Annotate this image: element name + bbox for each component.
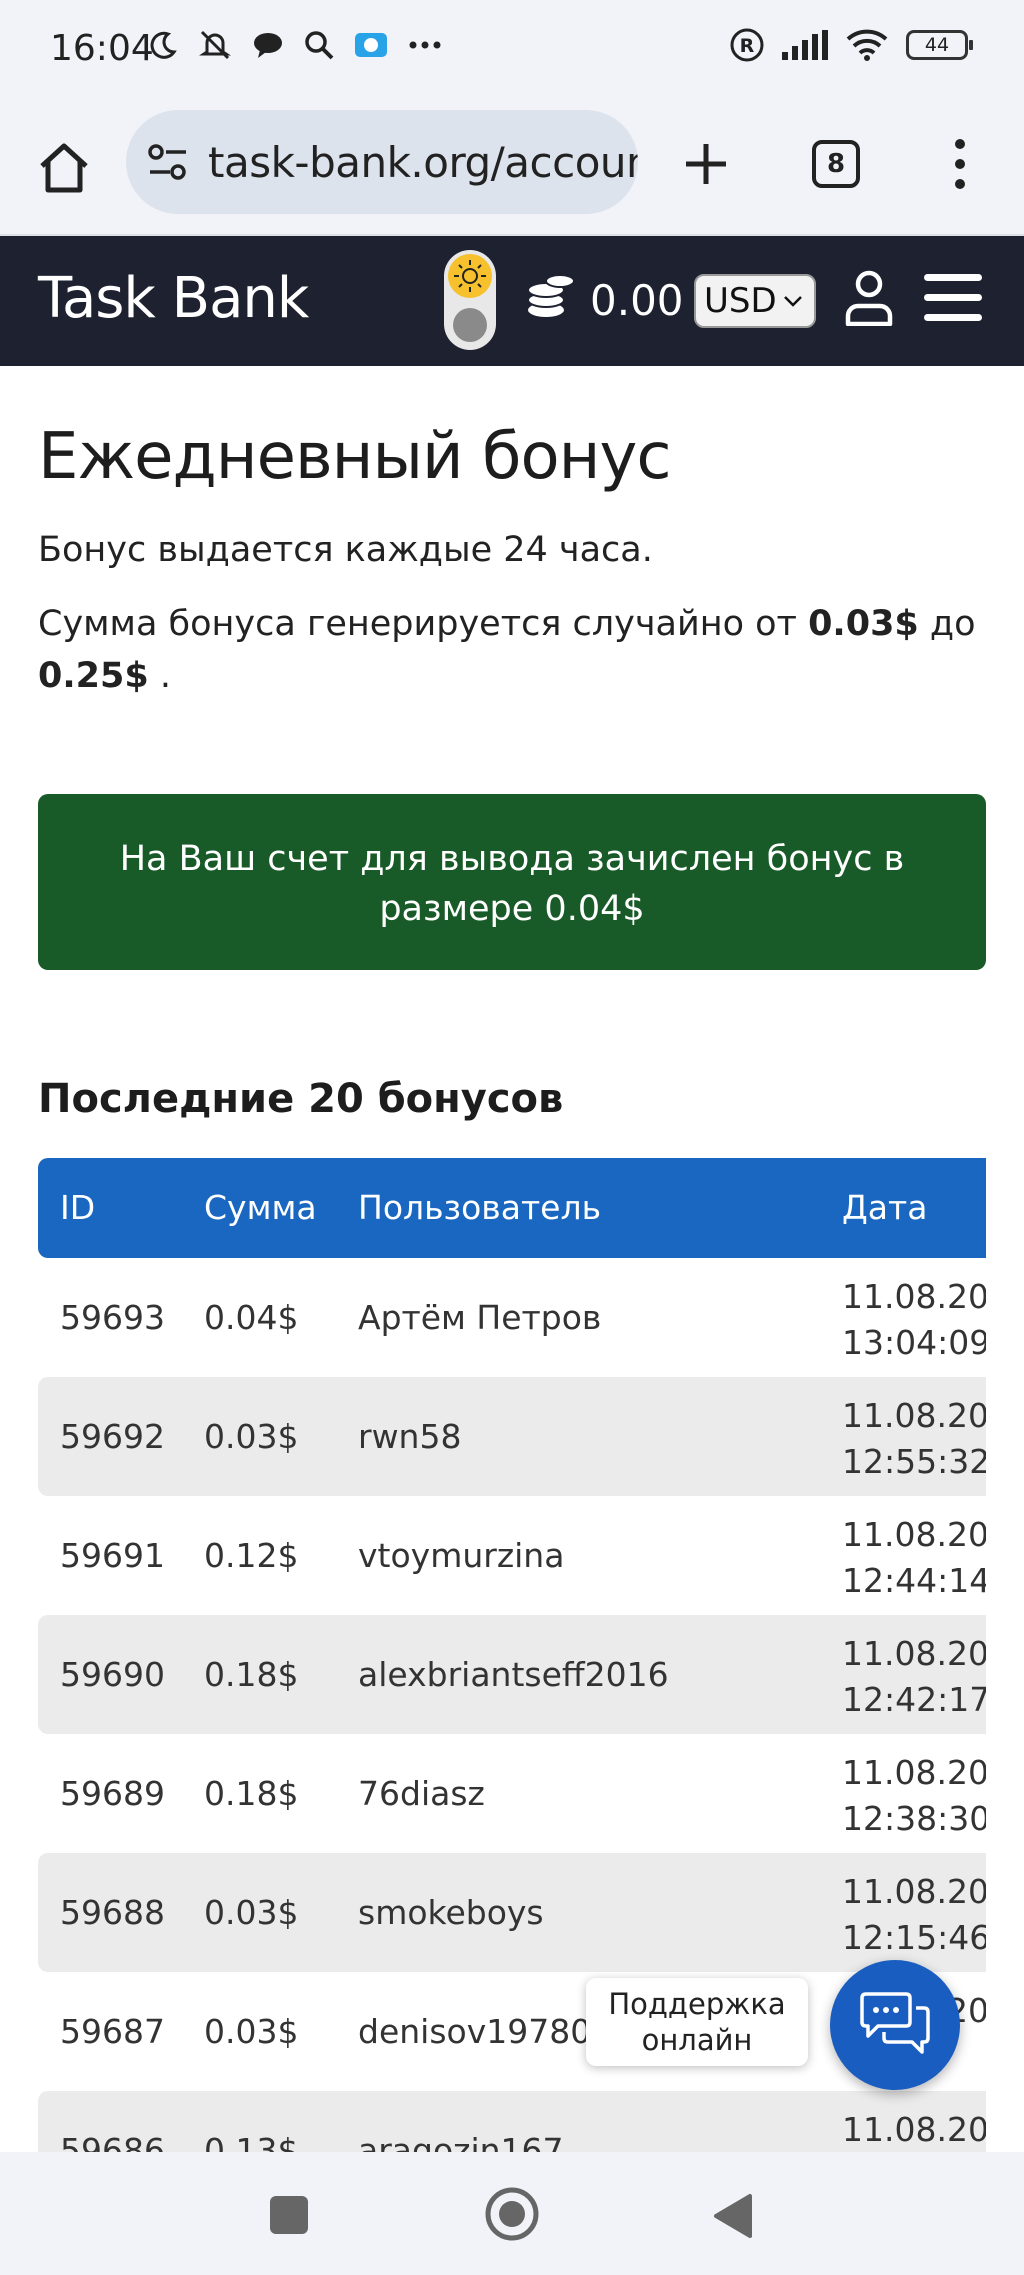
- table-row: 59691 0.12$ vtoymurzina 11.08.2024 12:44…: [38, 1496, 986, 1615]
- site-settings-icon[interactable]: [146, 140, 190, 184]
- site-header: Task Bank 0.00 USD: [0, 236, 1024, 366]
- table-row: 59693 0.04$ Артём Петров 11.08.2024 13:0…: [38, 1258, 986, 1377]
- brand-logo[interactable]: Task Bank: [38, 266, 309, 331]
- cell-date: 11.08.2024 12:44:14: [842, 1515, 986, 1600]
- section-title: Последние 20 бонусов: [38, 1076, 564, 1122]
- cell-id: 59686: [60, 2131, 165, 2152]
- cell-date: 11.08.2024 12:38:30: [842, 1753, 986, 1838]
- bonus-min: 0.03$: [808, 604, 919, 644]
- new-tab-icon[interactable]: [676, 134, 736, 194]
- cell-id: 59687: [60, 2012, 165, 2051]
- table-row: 59692 0.03$ rwn58 11.08.2024 12:55:32: [38, 1377, 986, 1496]
- theme-toggle[interactable]: [444, 250, 496, 350]
- bonus-range-text: Сумма бонуса генерируется случайно от 0.…: [38, 604, 976, 696]
- home-icon[interactable]: [34, 138, 94, 198]
- table-row: 59689 0.18$ 76diasz 11.08.2024 12:38:30: [38, 1734, 986, 1853]
- chevron-down-icon: [784, 296, 802, 307]
- cell-user: aragozin167: [358, 2131, 564, 2152]
- cell-user: alexbriantseff2016: [358, 1655, 669, 1694]
- cell-date: 11.08.2024 12:42:17: [842, 1634, 986, 1719]
- cell-amount: 0.03$: [204, 2012, 299, 2051]
- cell-amount: 0.18$: [204, 1774, 299, 1813]
- hamburger-menu-icon[interactable]: [924, 270, 982, 326]
- more-icon: [409, 41, 441, 49]
- cell-date: 11.08.2024 12:15:46: [842, 1872, 986, 1957]
- nav-back-icon[interactable]: [712, 2192, 754, 2240]
- svg-text:R: R: [740, 35, 755, 57]
- chat-icon: [860, 1992, 930, 2054]
- wifi-icon: [846, 29, 888, 61]
- status-bar: 16:04 R 44: [0, 0, 1024, 100]
- bonus-max: 0.25$: [38, 656, 149, 696]
- cell-date: 11.08.2024: [842, 2110, 986, 2149]
- support-chat-button[interactable]: [830, 1960, 960, 2090]
- system-nav-bar: [0, 2152, 1024, 2275]
- bell-off-icon: [199, 30, 231, 60]
- cell-id: 59691: [60, 1536, 165, 1575]
- nav-home-icon[interactable]: [484, 2186, 540, 2242]
- status-time: 16:04: [50, 28, 154, 69]
- column-header-amount: Сумма: [204, 1188, 317, 1227]
- app-icon: [355, 33, 387, 57]
- column-header-date: Дата: [842, 1188, 928, 1227]
- cell-id: 59690: [60, 1655, 165, 1694]
- battery-icon: 44: [906, 30, 973, 60]
- column-header-id: ID: [60, 1188, 96, 1227]
- cell-date: 11.08.2024 12:55:32: [842, 1396, 986, 1481]
- browser-toolbar: task-bank.org/account 8: [0, 100, 1024, 236]
- cell-user: Артём Петров: [358, 1298, 602, 1337]
- support-chat-label[interactable]: Поддержка онлайн: [586, 1978, 808, 2066]
- balance-amount: 0.00: [590, 276, 684, 325]
- table-header: ID Сумма Пользователь Дата: [38, 1158, 986, 1258]
- table-row: 59690 0.18$ alexbriantseff2016 11.08.202…: [38, 1615, 986, 1734]
- sun-icon: [448, 254, 492, 298]
- chat-bubble-icon: [254, 33, 282, 58]
- toggle-knob: [453, 308, 487, 342]
- registered-icon: R: [730, 28, 764, 62]
- browser-menu-icon[interactable]: [940, 134, 980, 194]
- coins-icon: [527, 274, 575, 317]
- cell-amount: 0.04$: [204, 1298, 299, 1337]
- table-row: 59688 0.03$ smokeboys 11.08.2024 12:15:4…: [38, 1853, 986, 1972]
- cell-user: smokeboys: [358, 1893, 544, 1932]
- tab-switcher-button[interactable]: 8: [812, 140, 860, 188]
- page-title: Ежедневный бонус: [38, 420, 671, 494]
- cell-amount: 0.12$: [204, 1536, 299, 1575]
- cell-user: 76diasz: [358, 1774, 485, 1813]
- cell-id: 59693: [60, 1298, 165, 1337]
- cell-user: rwn58: [358, 1417, 462, 1456]
- success-alert: На Ваш счет для вывода зачислен бонус в …: [38, 794, 986, 970]
- column-header-user: Пользователь: [358, 1188, 602, 1227]
- bonus-frequency-text: Бонус выдается каждые 24 часа.: [38, 530, 653, 570]
- cell-id: 59689: [60, 1774, 165, 1813]
- cell-id: 59688: [60, 1893, 165, 1932]
- signal-icon: [782, 30, 828, 60]
- moon-icon: [150, 31, 177, 59]
- currency-select[interactable]: USD: [694, 274, 816, 328]
- cell-amount: 0.13$: [204, 2131, 299, 2152]
- currency-value: USD: [704, 281, 777, 321]
- url-text: task-bank.org/account: [208, 138, 638, 187]
- cell-amount: 0.18$: [204, 1655, 299, 1694]
- cell-date: 11.08.2024 13:04:09: [842, 1277, 986, 1362]
- table-row: 59686 0.13$ aragozin167 11.08.2024: [38, 2091, 986, 2152]
- cell-id: 59692: [60, 1417, 165, 1456]
- recent-apps-icon[interactable]: [270, 2196, 308, 2234]
- user-icon[interactable]: [844, 268, 894, 326]
- address-bar[interactable]: task-bank.org/account: [126, 110, 638, 214]
- cell-amount: 0.03$: [204, 1893, 299, 1932]
- search-icon: [305, 31, 334, 60]
- cell-user: vtoymurzina: [358, 1536, 565, 1575]
- cell-amount: 0.03$: [204, 1417, 299, 1456]
